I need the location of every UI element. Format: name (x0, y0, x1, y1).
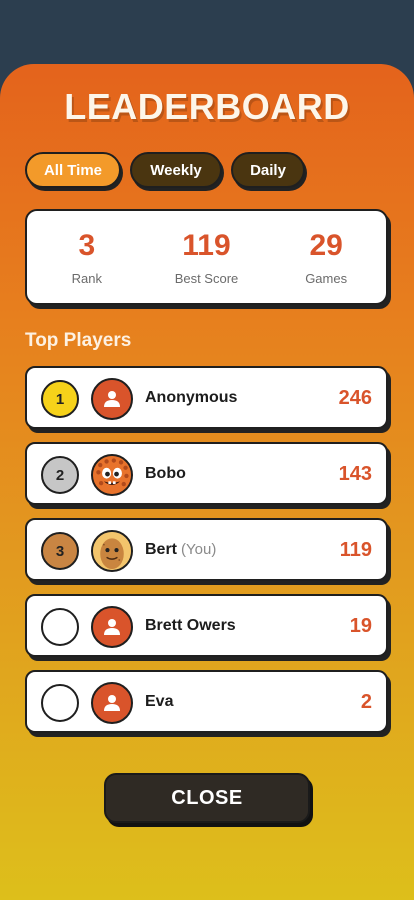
player-row[interactable]: Eva 2 (25, 670, 388, 733)
stat-best-score-label: Best Score (174, 270, 239, 286)
user-icon (91, 378, 133, 420)
stat-rank: 3 Rank (32, 229, 142, 286)
tab-weekly[interactable]: Weekly (130, 152, 222, 188)
player-name: Bert (You) (145, 541, 217, 558)
player-row[interactable]: 2 Bobo 143 (25, 442, 388, 505)
monster-avatar (91, 454, 133, 496)
player-name: Eva (145, 693, 174, 710)
stat-games-label: Games (305, 270, 348, 286)
rank-badge: 1 (41, 380, 79, 418)
page-title: LEADERBOARD (64, 86, 350, 127)
stat-games: 29 Games (271, 229, 381, 286)
rank-badge (41, 684, 79, 722)
player-row[interactable]: Brett Owers 19 (25, 594, 388, 657)
stat-best-score: 119 Best Score (151, 229, 261, 286)
you-label: (You) (181, 541, 217, 558)
player-row-current-user[interactable]: 3 Bert (You) 119 (25, 518, 388, 581)
user-icon (91, 606, 133, 648)
stat-rank-label: Rank (71, 270, 102, 286)
rank-badge (41, 608, 79, 646)
user-icon (91, 682, 133, 724)
rank-badge: 2 (41, 456, 79, 494)
player-score: 2 (360, 691, 372, 713)
stat-best-score-value: 119 (182, 228, 231, 262)
stats-card: 3 Rank 119 Best Score 29 Games (25, 209, 388, 305)
player-score: 119 (339, 539, 372, 561)
stat-rank-value: 3 (78, 228, 96, 262)
close-button[interactable]: CLOSE (104, 773, 310, 823)
tab-all-time[interactable]: All Time (25, 152, 121, 188)
player-score: 143 (338, 463, 372, 485)
player-list: 1 Anonymous 246 2 Bobo 143 3 Bert (You) … (25, 366, 388, 746)
rank-badge: 3 (41, 532, 79, 570)
period-tabs: All Time Weekly Daily (25, 152, 305, 188)
player-score: 19 (349, 615, 372, 637)
section-title: Top Players (25, 330, 132, 351)
tab-daily[interactable]: Daily (231, 152, 305, 188)
stat-games-value: 29 (309, 228, 343, 262)
player-name: Anonymous (145, 389, 238, 406)
player-name: Bobo (145, 465, 186, 482)
player-row[interactable]: 1 Anonymous 246 (25, 366, 388, 429)
potato-avatar (91, 530, 133, 572)
player-name: Brett Owers (145, 617, 236, 634)
player-score: 246 (338, 387, 372, 409)
